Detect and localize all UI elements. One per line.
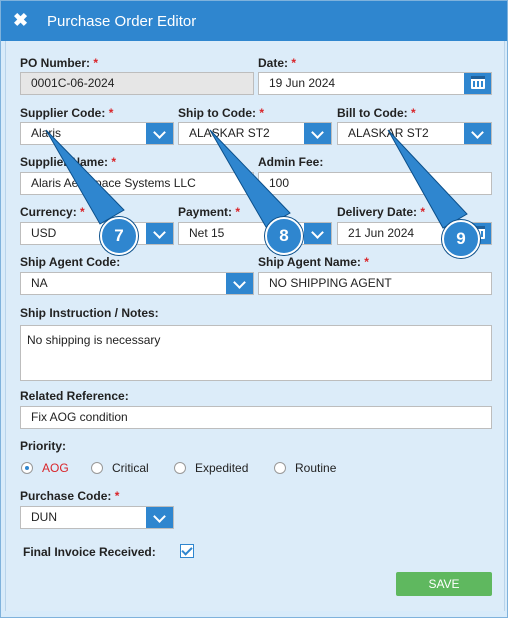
priority-label-routine: Routine bbox=[295, 461, 337, 475]
chevron-down-icon[interactable] bbox=[146, 123, 173, 144]
callout-badge-8: 8 bbox=[265, 217, 303, 255]
chevron-down-icon[interactable] bbox=[304, 223, 331, 244]
po-number-field: 0001C-06-2024 bbox=[20, 72, 254, 95]
priority-radio-routine[interactable] bbox=[274, 462, 286, 474]
admin-fee-label: Admin Fee: bbox=[258, 155, 324, 169]
calendar-icon[interactable] bbox=[464, 73, 491, 94]
chevron-down-icon[interactable] bbox=[464, 123, 491, 144]
ship-agent-name-label: Ship Agent Name: * bbox=[258, 255, 369, 269]
supplier-name-field[interactable]: Alaris Aerospace Systems LLC bbox=[20, 172, 254, 195]
priority-label-critical: Critical bbox=[112, 461, 149, 475]
currency-label: Currency: * bbox=[20, 205, 85, 219]
priority-radio-expedited[interactable] bbox=[174, 462, 186, 474]
bill-to-code-dropdown[interactable]: ALASKAR ST2 bbox=[337, 122, 492, 145]
title-bar: ✖ Purchase Order Editor bbox=[1, 1, 507, 41]
priority-label-aog: AOG bbox=[42, 461, 69, 475]
currency-value: USD bbox=[31, 226, 57, 240]
supplier-code-value: Alaris bbox=[31, 126, 62, 140]
priority-radio-aog[interactable] bbox=[21, 462, 33, 474]
ship-agent-code-value: NA bbox=[31, 276, 48, 290]
close-icon[interactable]: ✖ bbox=[13, 10, 28, 30]
ship-agent-name-field[interactable]: NO SHIPPING AGENT bbox=[258, 272, 492, 295]
ship-agent-code-dropdown[interactable]: NA bbox=[20, 272, 254, 295]
delivery-date-value: 21 Jun 2024 bbox=[348, 226, 415, 240]
chevron-down-icon[interactable] bbox=[146, 223, 173, 244]
supplier-code-label: Supplier Code: * bbox=[20, 106, 114, 120]
ship-instruction-textarea[interactable]: No shipping is necessary bbox=[20, 325, 492, 381]
chevron-down-icon[interactable] bbox=[146, 507, 173, 528]
bill-to-code-label: Bill to Code: * bbox=[337, 106, 416, 120]
purchase-code-dropdown[interactable]: DUN bbox=[20, 506, 174, 529]
callout-badge-9: 9 bbox=[442, 220, 480, 258]
final-invoice-label: Final Invoice Received: bbox=[23, 545, 156, 559]
purchase-code-value: DUN bbox=[31, 510, 57, 524]
date-field[interactable]: 19 Jun 2024 bbox=[258, 72, 492, 95]
priority-label: Priority: bbox=[20, 439, 67, 453]
save-button[interactable]: SAVE bbox=[396, 572, 492, 596]
priority-radio-critical[interactable] bbox=[91, 462, 103, 474]
priority-label-expedited: Expedited bbox=[195, 461, 249, 475]
date-label: Date: * bbox=[258, 56, 297, 70]
bill-to-code-value: ALASKAR ST2 bbox=[348, 126, 429, 140]
callout-badge-7: 7 bbox=[100, 217, 138, 255]
chevron-down-icon[interactable] bbox=[226, 273, 253, 294]
payment-value: Net 15 bbox=[189, 226, 225, 240]
currency-dropdown[interactable]: USD bbox=[20, 222, 174, 245]
ship-to-code-value: ALASKAR ST2 bbox=[189, 126, 270, 140]
form-body: PO Number: * 0001C-06-2024 Date: * 19 Ju… bbox=[5, 41, 505, 611]
window-title: Purchase Order Editor bbox=[47, 13, 197, 30]
admin-fee-field[interactable]: 100 bbox=[258, 172, 492, 195]
ship-agent-code-label: Ship Agent Code: bbox=[20, 255, 121, 269]
purchase-code-label: Purchase Code: * bbox=[20, 489, 120, 503]
date-value: 19 Jun 2024 bbox=[269, 76, 336, 90]
related-reference-label: Related Reference: bbox=[20, 389, 129, 403]
supplier-name-label: Supplier Name: * bbox=[20, 155, 117, 169]
payment-label: Payment: * bbox=[178, 205, 241, 219]
delivery-date-label: Delivery Date: * bbox=[337, 205, 426, 219]
chevron-down-icon[interactable] bbox=[304, 123, 331, 144]
po-number-label: PO Number: * bbox=[20, 56, 99, 70]
ship-to-code-dropdown[interactable]: ALASKAR ST2 bbox=[178, 122, 332, 145]
related-reference-field[interactable]: Fix AOG condition bbox=[20, 406, 492, 429]
payment-dropdown[interactable]: Net 15 bbox=[178, 222, 332, 245]
supplier-code-dropdown[interactable]: Alaris bbox=[20, 122, 174, 145]
ship-to-code-label: Ship to Code: * bbox=[178, 106, 265, 120]
final-invoice-checkbox[interactable] bbox=[180, 544, 194, 558]
ship-instruction-label: Ship Instruction / Notes: bbox=[20, 306, 159, 320]
purchase-order-dialog: ✖ Purchase Order Editor PO Number: * 000… bbox=[0, 0, 508, 618]
